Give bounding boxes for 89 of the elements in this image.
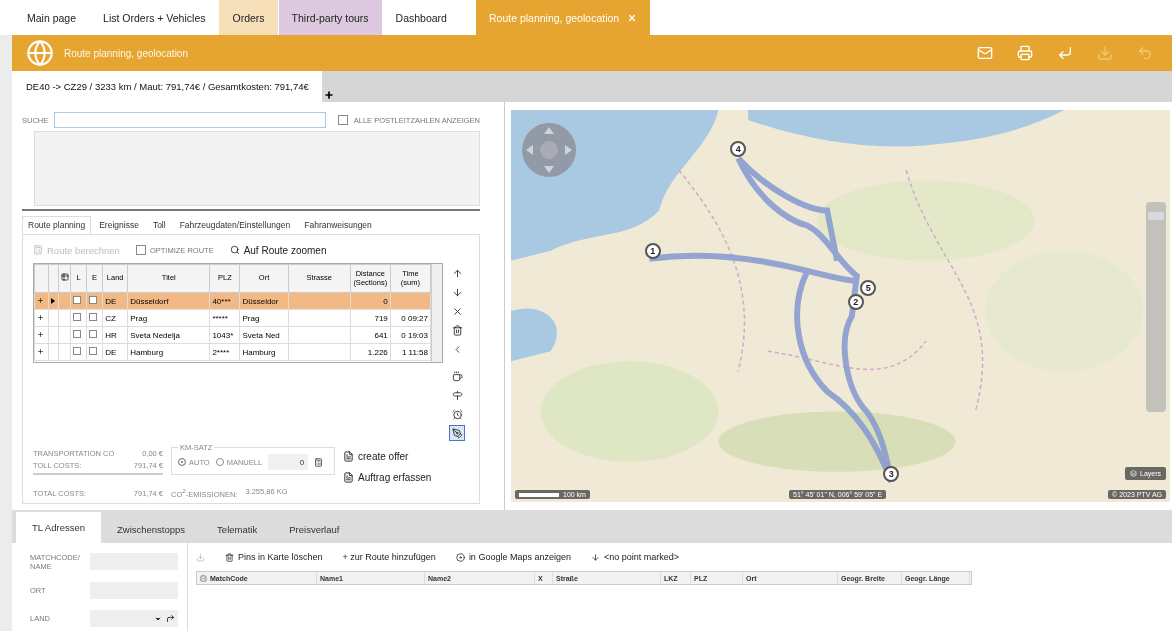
table-cell: 1043*	[212, 330, 234, 340]
radio-button[interactable]	[178, 458, 186, 466]
current-row-icon	[51, 297, 56, 304]
table-cell: Sveta Ned	[242, 330, 280, 340]
checkbox[interactable]	[135, 245, 146, 255]
rate-field[interactable]: 0	[268, 454, 309, 470]
download-icon	[196, 552, 205, 562]
trash-icon	[225, 552, 234, 562]
table-cell: 0 09:27	[401, 313, 428, 323]
arrow-down-icon	[590, 552, 600, 562]
table-cell: 40***	[212, 296, 231, 306]
table-cell: 0 19:03	[401, 330, 428, 340]
calculator-icon[interactable]	[314, 457, 324, 467]
table-cell: Prag	[130, 313, 148, 323]
table-cell: Sveta Nedelja	[130, 330, 180, 340]
down-icon	[451, 286, 463, 298]
document-link[interactable]: create offer	[343, 451, 475, 462]
calculator-icon	[33, 245, 43, 255]
print-icon	[1017, 45, 1033, 61]
document-icon	[343, 451, 354, 462]
table-cell: Hamburg	[130, 347, 164, 357]
pen-icon	[451, 427, 463, 439]
table-cell: HR	[105, 330, 117, 340]
table-cell: 1 11:58	[401, 347, 428, 357]
checkbox[interactable]	[73, 347, 82, 355]
document-link[interactable]: Auftrag erfassen	[343, 472, 475, 483]
search-field[interactable]	[54, 112, 326, 128]
document-icon	[343, 472, 354, 483]
bottom-tab[interactable]: TL Adressen	[16, 512, 101, 543]
checkbox[interactable]	[89, 330, 98, 338]
bottom-tab[interactable]: Telematik	[201, 515, 274, 543]
redo-icon[interactable]	[166, 614, 175, 624]
mail-icon	[977, 45, 993, 61]
scrollbar[interactable]	[431, 264, 442, 362]
undo-icon	[1137, 45, 1153, 61]
zoom-route-button[interactable]: Auf Route zoomen	[229, 244, 327, 256]
table-cell: Prag	[242, 313, 260, 323]
alarm-icon	[451, 408, 463, 420]
add-icon[interactable]	[324, 90, 334, 100]
checkbox[interactable]	[89, 347, 98, 355]
column-chooser-icon[interactable]	[60, 273, 69, 282]
table-cell: 2****	[212, 347, 230, 357]
expand-icon[interactable]	[37, 330, 44, 338]
search-icon	[229, 245, 240, 255]
transfer-icon	[1057, 45, 1073, 61]
panel-tab[interactable]: Route planning	[22, 216, 92, 234]
download-icon	[1097, 45, 1113, 61]
remove-icon	[451, 305, 463, 317]
expand-icon[interactable]	[37, 296, 44, 304]
table-cell: 719	[374, 313, 388, 323]
checkbox[interactable]	[73, 330, 82, 338]
table-cell: Hamburg	[242, 347, 276, 357]
table-cell: CZ	[105, 313, 116, 323]
expand-icon[interactable]	[37, 313, 44, 321]
toolbar-button[interactable]: <no point marked>	[590, 552, 679, 562]
table-cell: DE	[105, 296, 117, 306]
checkbox[interactable]	[73, 313, 82, 321]
delete-icon	[451, 324, 463, 336]
globe-icon	[26, 39, 54, 67]
up-icon	[451, 267, 463, 279]
table-cell: 641	[374, 330, 388, 340]
table-cell: 1.226	[367, 347, 388, 357]
layers-icon	[1130, 470, 1137, 477]
app-tab[interactable]: Third-party tours	[278, 0, 382, 35]
pen-button[interactable]	[449, 425, 465, 441]
radio-icon	[455, 552, 465, 562]
checkbox[interactable]	[73, 296, 82, 304]
table-cell: DE	[105, 347, 117, 357]
checkbox[interactable]	[89, 296, 98, 304]
table-cell: *****	[212, 313, 228, 323]
close-icon[interactable]	[627, 12, 638, 23]
expand-icon[interactable]	[37, 347, 44, 355]
toolbar-button[interactable]: in Google Maps anzeigen	[455, 552, 571, 562]
checkbox[interactable]	[89, 313, 98, 321]
toolbar-button[interactable]: Pins in Karte löschen	[225, 552, 323, 562]
bottom-tab[interactable]: Preisverlauf	[273, 515, 356, 543]
page-title: Route planning, geolocation	[64, 47, 189, 59]
pan-control[interactable]	[521, 122, 577, 178]
route-tab[interactable]: DE40 -> CZ29 / 3233 km / Maut: 791,74€ / Gesamtkosten: 791,74€	[12, 71, 322, 102]
app-tab[interactable]: Orders	[219, 0, 278, 35]
bottom-tab[interactable]: Zwischenstopps	[101, 515, 202, 543]
signpost-icon	[451, 389, 463, 401]
zoom-handle[interactable]	[1148, 212, 1164, 220]
cup-icon	[451, 370, 463, 382]
toolbar-button[interactable]: + zur Route hinzufügen	[342, 552, 436, 562]
table-cell: 0	[383, 296, 388, 306]
checkbox[interactable]	[337, 115, 348, 125]
table-cell: Düsseldorf	[130, 296, 169, 306]
table-cell: Düsseldor	[242, 296, 279, 306]
